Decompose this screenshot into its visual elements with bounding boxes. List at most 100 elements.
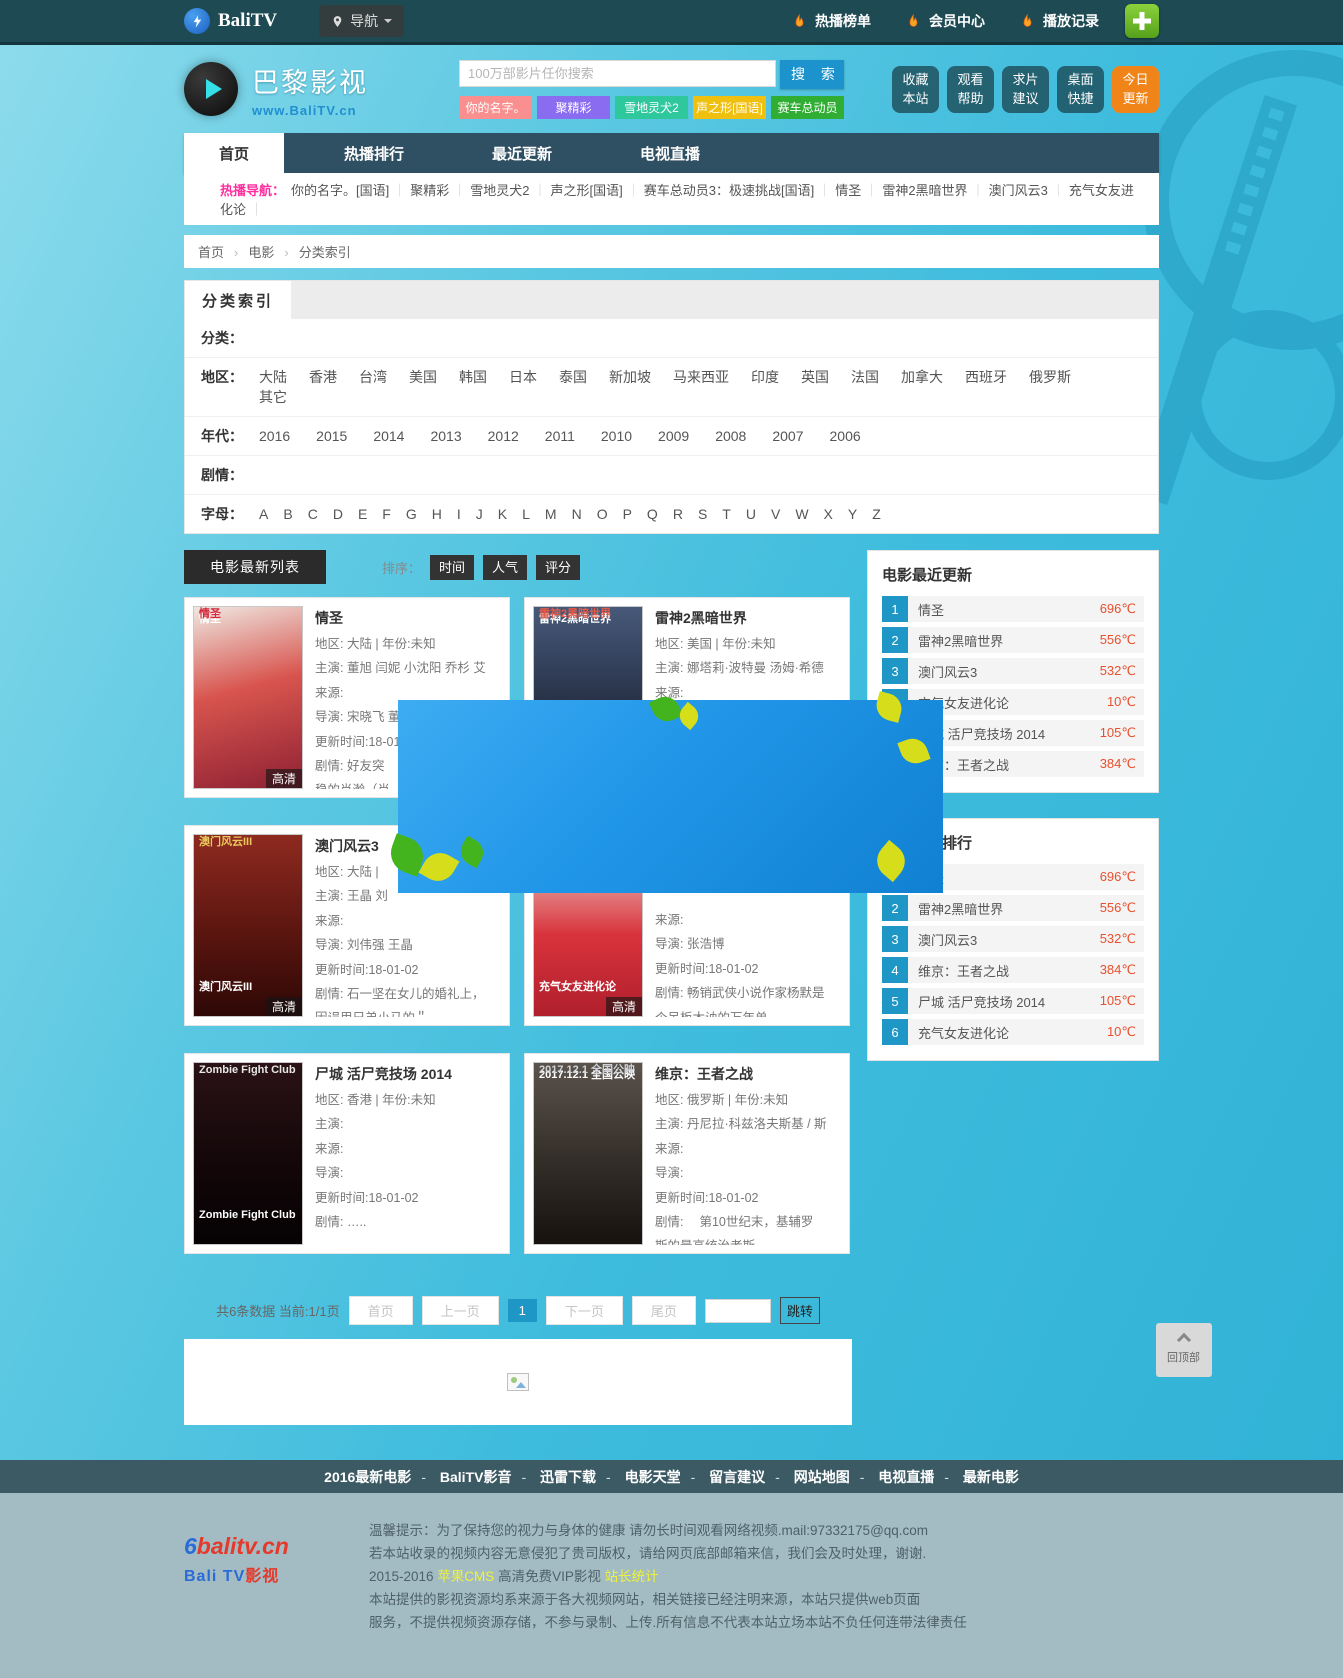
filter-option[interactable]: U — [746, 506, 756, 522]
filter-option[interactable]: 加拿大 — [901, 367, 943, 387]
footer-nav-link[interactable]: BaliTV影音 — [411, 1467, 511, 1487]
first-page-button[interactable]: 首页 — [349, 1296, 413, 1325]
filter-option[interactable]: Y — [848, 506, 857, 522]
hot-nav-link[interactable]: 声之形[国语] — [551, 183, 644, 198]
filter-option[interactable]: 2012 — [488, 428, 519, 444]
filter-option[interactable]: D — [333, 506, 343, 522]
filter-option[interactable]: R — [673, 506, 683, 522]
movie-title[interactable]: 雷神2黑暗世界 — [655, 608, 841, 628]
filter-option[interactable]: 马来西亚 — [673, 367, 729, 387]
tab-home[interactable]: 首页 — [184, 133, 284, 173]
filter-option[interactable]: 2010 — [601, 428, 632, 444]
footer-nav-link[interactable]: 电影天堂 — [596, 1467, 681, 1487]
quick-button[interactable]: 观看 帮助 — [947, 66, 994, 113]
footer-nav-link[interactable]: 留言建议 — [681, 1467, 766, 1487]
sort-button[interactable]: 评分 — [536, 555, 580, 580]
hot-tag[interactable]: 雪地灵犬2 — [615, 96, 688, 119]
topbar-link[interactable]: 播放记录 — [1019, 11, 1099, 31]
brand-logo[interactable]: BaliTV — [184, 8, 277, 34]
filter-option[interactable]: H — [432, 506, 442, 522]
filter-option[interactable]: I — [457, 506, 461, 522]
cms-link[interactable]: 苹果CMS — [437, 1569, 494, 1584]
filter-option[interactable]: 2009 — [658, 428, 689, 444]
filter-option[interactable]: 2008 — [715, 428, 746, 444]
filter-option[interactable]: J — [476, 506, 483, 522]
prev-page-button[interactable]: 上一页 — [422, 1296, 499, 1325]
ranked-movie-row[interactable]: 2 雷神2黑暗世界 556℃ — [882, 627, 1144, 653]
topbar-link[interactable]: 热播榜单 — [791, 11, 871, 31]
filter-option[interactable]: 2011 — [545, 428, 575, 444]
ranked-movie-row[interactable]: 3 澳门风云3 532℃ — [882, 658, 1144, 684]
hot-nav-link[interactable]: 雪地灵犬2 — [470, 183, 550, 198]
footer-nav-link[interactable]: 电视直播 — [850, 1467, 935, 1487]
filter-option[interactable]: 2007 — [772, 428, 803, 444]
sort-button[interactable]: 人气 — [483, 555, 527, 580]
filter-option[interactable]: T — [722, 506, 731, 522]
page-jump-input[interactable] — [705, 1299, 771, 1323]
filter-option[interactable]: P — [623, 506, 632, 522]
back-to-top-button[interactable]: 回顶部 — [1156, 1323, 1212, 1377]
filter-option[interactable]: 2016 — [259, 428, 290, 444]
movie-poster[interactable]: 情圣 情圣 高清 — [193, 606, 303, 789]
filter-option[interactable]: 2014 — [373, 428, 404, 444]
filter-option[interactable]: L — [522, 506, 530, 522]
filter-option[interactable]: K — [498, 506, 507, 522]
hot-nav-link[interactable]: 赛车总动员3：极速挑战[国语] — [644, 183, 835, 198]
filter-option[interactable]: Q — [647, 506, 658, 522]
ad-overlay[interactable] — [398, 700, 943, 893]
hot-nav-link[interactable]: 澳门风云3 — [989, 183, 1069, 198]
search-input[interactable] — [459, 60, 776, 87]
filter-option[interactable]: N — [572, 506, 582, 522]
filter-option[interactable]: 大陆 — [259, 367, 287, 387]
hot-nav-link[interactable]: 你的名字。[国语] — [291, 183, 410, 198]
filter-option[interactable]: 韩国 — [459, 367, 487, 387]
ranked-movie-row[interactable]: 5 尸城 活尸竞技场 2014 105℃ — [882, 988, 1144, 1014]
filter-option[interactable]: G — [406, 506, 417, 522]
filter-option[interactable]: E — [358, 506, 367, 522]
footer-logo[interactable]: 6balitv.cn Bali TV影视 — [184, 1519, 369, 1634]
filter-option[interactable]: W — [795, 506, 808, 522]
filter-option[interactable]: 法国 — [851, 367, 879, 387]
filter-option[interactable]: S — [698, 506, 707, 522]
filter-option[interactable]: F — [382, 506, 391, 522]
movie-poster[interactable]: 澳门风云III 澳门风云III 高清 — [193, 834, 303, 1017]
current-page-button[interactable]: 1 — [508, 1299, 537, 1322]
filter-option[interactable]: 香港 — [309, 367, 337, 387]
quick-button[interactable]: 桌面 快捷 — [1057, 66, 1104, 113]
topbar-link[interactable]: 会员中心 — [905, 11, 985, 31]
quick-button[interactable]: 今日 更新 — [1112, 66, 1159, 113]
filter-option[interactable]: 印度 — [751, 367, 779, 387]
breadcrumb-item[interactable]: 电影 — [224, 242, 274, 261]
filter-option[interactable]: V — [771, 506, 780, 522]
filter-option[interactable]: 泰国 — [559, 367, 587, 387]
footer-nav-link[interactable]: 网站地图 — [765, 1467, 850, 1487]
search-button[interactable]: 搜 索 — [780, 60, 844, 89]
movie-card[interactable]: Zombie Fight Club Zombie Fight Club 尸城 活… — [184, 1053, 510, 1254]
filter-option[interactable]: 英国 — [801, 367, 829, 387]
tab-live-tv[interactable]: 电视直播 — [612, 133, 728, 173]
quick-button[interactable]: 求片 建议 — [1002, 66, 1049, 113]
hot-nav-link[interactable]: 雷神2黑暗世界 — [882, 183, 988, 198]
breadcrumb-item[interactable]: 分类索引 — [274, 242, 350, 261]
filter-option[interactable]: C — [308, 506, 318, 522]
plus-button[interactable] — [1125, 4, 1159, 38]
filter-option[interactable]: 2013 — [430, 428, 461, 444]
ranked-movie-row[interactable]: 2 雷神2黑暗世界 556℃ — [882, 895, 1144, 921]
filter-option[interactable]: 2015 — [316, 428, 347, 444]
ranked-movie-row[interactable]: 4 维京：王者之战 384℃ — [882, 957, 1144, 983]
nav-dropdown-button[interactable]: 导航 — [319, 5, 404, 37]
filter-option[interactable]: 其它 — [259, 387, 287, 407]
movie-poster[interactable]: Zombie Fight Club Zombie Fight Club — [193, 1062, 303, 1245]
movie-card[interactable]: 2017.12.1 全国公映 2017.12.1 全国公映 维京：王者之战 地区… — [524, 1053, 850, 1254]
tab-recent-update[interactable]: 最近更新 — [464, 133, 580, 173]
hot-tag[interactable]: 赛车总动员 — [771, 96, 844, 119]
page-jump-button[interactable]: 跳转 — [780, 1297, 820, 1324]
stats-link[interactable]: 站长统计 — [605, 1569, 659, 1584]
hot-nav-link[interactable]: 情圣 — [835, 183, 882, 198]
ranked-movie-row[interactable]: 1 情圣 696℃ — [882, 596, 1144, 622]
filter-option[interactable]: 俄罗斯 — [1029, 367, 1071, 387]
ranked-movie-row[interactable]: 6 充气女友进化论 10℃ — [882, 1019, 1144, 1045]
filter-option[interactable]: A — [259, 506, 268, 522]
breadcrumb-item[interactable]: 首页 — [198, 242, 224, 261]
movie-title[interactable]: 尸城 活尸竞技场 2014 — [315, 1064, 501, 1084]
